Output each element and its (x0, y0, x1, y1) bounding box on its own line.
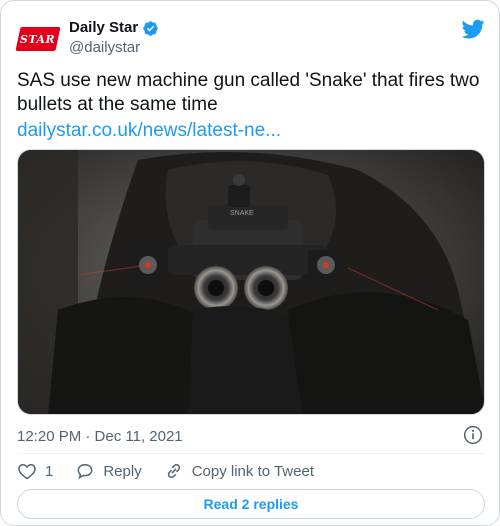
logo-text: STAR (20, 32, 56, 46)
svg-text:SNAKE: SNAKE (230, 210, 254, 217)
reply-label: Reply (103, 462, 142, 480)
tweet-link[interactable]: dailystar.co.uk/news/latest-ne... (17, 119, 281, 143)
display-name[interactable]: Daily Star (69, 19, 138, 37)
avatar[interactable]: STAR (15, 18, 61, 60)
link-icon (167, 463, 180, 479)
tweet-header: STAR Daily Star @dailystar (15, 13, 485, 63)
gun-photo: SNAKE (18, 150, 484, 414)
name-row: Daily Star (69, 19, 159, 37)
twitter-bird-icon[interactable] (461, 17, 485, 41)
heart-icon (18, 463, 36, 480)
author-info: Daily Star @dailystar (69, 19, 159, 58)
tweet-actions: 1 Reply Copy link to Tweet (17, 459, 336, 483)
tweet-text: SAS use new machine gun called 'Snake' t… (17, 70, 480, 115)
reply-icon (77, 463, 93, 480)
like-count: 1 (45, 462, 54, 480)
handle[interactable]: @dailystar (69, 38, 159, 58)
read-replies-label: Read 2 replies (203, 496, 299, 512)
info-icon[interactable] (463, 425, 483, 445)
reply-button[interactable]: Reply (75, 461, 142, 481)
tweet-card: STAR Daily Star @dailystar SAS use new m… (0, 0, 500, 526)
copy-link-button[interactable]: Copy link to Tweet (164, 461, 314, 481)
verified-badge-icon (143, 20, 158, 36)
like-button[interactable]: 1 (17, 461, 53, 481)
copy-link-label: Copy link to Tweet (191, 462, 314, 480)
divider (17, 453, 485, 454)
daily-star-logo: STAR (15, 27, 61, 51)
read-replies-button[interactable]: Read 2 replies (17, 489, 485, 519)
tweet-timestamp[interactable]: 12:20 PM · Dec 11, 2021 (17, 427, 183, 447)
tweet-media-image[interactable]: SNAKE (17, 149, 485, 415)
